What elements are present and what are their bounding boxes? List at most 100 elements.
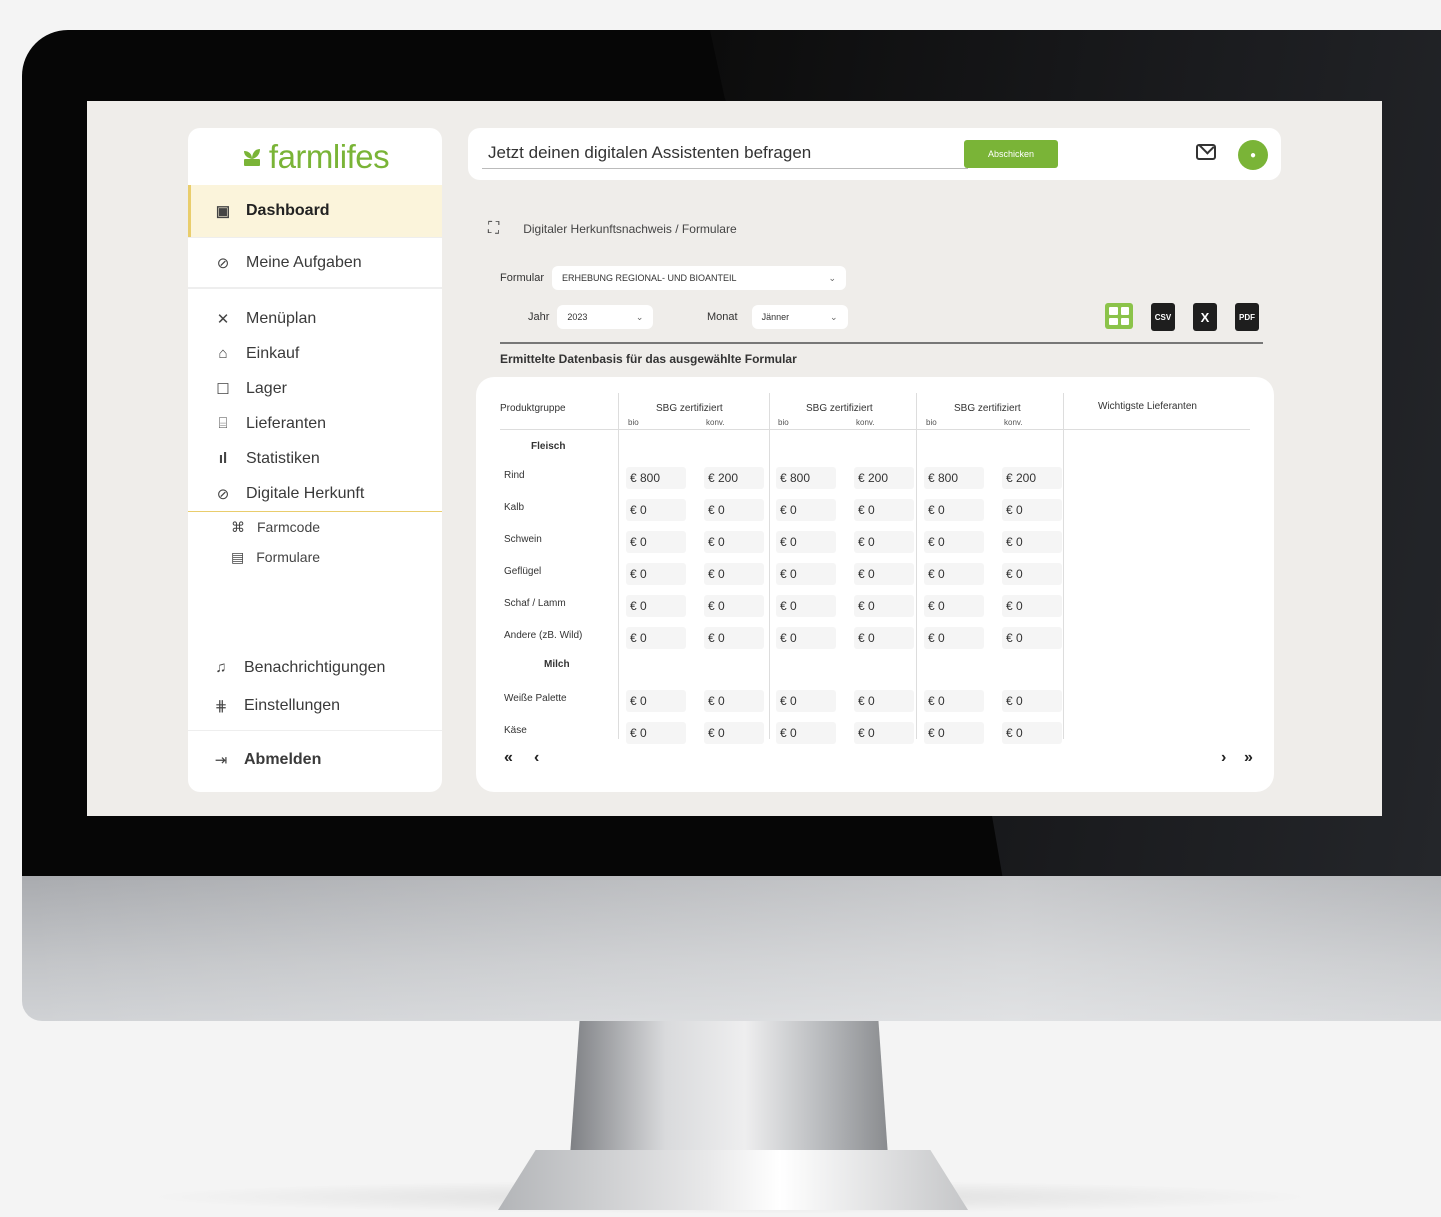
sidebar-item-benachrichtigungen[interactable]: ♫ Benachrichtigungen bbox=[188, 650, 442, 685]
column-divider bbox=[1063, 393, 1064, 739]
document-icon: ▤ bbox=[231, 548, 245, 565]
table-cell-value[interactable]: € 0 bbox=[626, 627, 686, 649]
sidebar-subitem-farmcode[interactable]: ⌘ Farmcode bbox=[188, 512, 442, 542]
sidebar-item-statistiken[interactable]: ıl Statistiken bbox=[188, 441, 442, 476]
sidebar-item-einkauf[interactable]: ⌂ Einkauf bbox=[188, 336, 442, 371]
expand-icon[interactable]: ⛶ bbox=[488, 220, 499, 238]
monat-select[interactable]: Jänner ⌄ bbox=[751, 305, 848, 329]
sidebar-item-lager[interactable]: ☐ Lager bbox=[188, 371, 442, 406]
sidebar-item-meine-aufgaben[interactable]: ⊘ Meine Aufgaben bbox=[188, 237, 442, 289]
table-cell-value[interactable]: € 0 bbox=[704, 499, 764, 521]
table-cell-value[interactable]: € 0 bbox=[704, 690, 764, 712]
monitor-scene: farmlifes ▣ Dashboard ⊘ Meine Aufgaben ✕… bbox=[0, 0, 1441, 1217]
table-cell-value[interactable]: € 200 bbox=[704, 467, 764, 489]
row-label: Rind bbox=[504, 470, 525, 481]
table-cell-value[interactable]: € 0 bbox=[776, 690, 836, 712]
assistant-input[interactable]: Jetzt deinen digitalen Assistenten befra… bbox=[488, 143, 811, 163]
sidebar-item-lieferanten[interactable]: ⌸ Lieferanten bbox=[188, 406, 442, 441]
table-cell-value[interactable]: € 0 bbox=[776, 595, 836, 617]
table-cell-value[interactable]: € 0 bbox=[924, 722, 984, 744]
table-cell-value[interactable]: € 0 bbox=[704, 531, 764, 553]
table-cell-value[interactable]: € 800 bbox=[776, 467, 836, 489]
table-cell-value[interactable]: € 0 bbox=[1002, 595, 1062, 617]
table-cell-value[interactable]: € 200 bbox=[854, 467, 914, 489]
table-cell-value[interactable]: € 0 bbox=[854, 563, 914, 585]
table-cell-value[interactable]: € 0 bbox=[924, 690, 984, 712]
row-label: Schaf / Lamm bbox=[504, 598, 566, 609]
table-cell-value[interactable]: € 0 bbox=[1002, 722, 1062, 744]
row-label: Weiße Palette bbox=[504, 693, 567, 704]
table-cell-value[interactable]: € 0 bbox=[924, 531, 984, 553]
monat-filter: Monat Jänner ⌄ bbox=[707, 305, 848, 329]
table-cell-value[interactable]: € 0 bbox=[1002, 627, 1062, 649]
bar-chart-icon: ıl bbox=[218, 450, 228, 467]
subheader-bio: bio bbox=[926, 418, 937, 427]
table-cell-value[interactable]: € 0 bbox=[1002, 563, 1062, 585]
jahr-select[interactable]: 2023 ⌄ bbox=[557, 305, 654, 329]
table-cell-value[interactable]: € 0 bbox=[626, 690, 686, 712]
table-cell-value[interactable]: € 0 bbox=[704, 595, 764, 617]
next-page-button[interactable]: › bbox=[1221, 749, 1226, 767]
data-table: Produktgruppe SBG zertifiziert bio konv.… bbox=[476, 377, 1274, 792]
row-label: Käse bbox=[504, 725, 527, 736]
table-cell-value[interactable]: € 0 bbox=[704, 722, 764, 744]
chin-reflection bbox=[22, 876, 1441, 1021]
table-cell-value[interactable]: € 0 bbox=[854, 627, 914, 649]
table-cell-value[interactable]: € 0 bbox=[776, 722, 836, 744]
table-cell-value[interactable]: € 0 bbox=[626, 531, 686, 553]
table-cell-value[interactable]: € 800 bbox=[626, 467, 686, 489]
table-cell-value[interactable]: € 0 bbox=[704, 627, 764, 649]
sidebar-item-einstellungen[interactable]: ⋕ Einstellungen bbox=[188, 688, 442, 723]
sidebar-item-label: Digitale Herkunft bbox=[246, 484, 365, 502]
table-cell-value[interactable]: € 0 bbox=[924, 595, 984, 617]
table-cell-value[interactable]: € 800 bbox=[924, 467, 984, 489]
table-cell-value[interactable]: € 0 bbox=[776, 563, 836, 585]
table-cell-value[interactable]: € 0 bbox=[776, 499, 836, 521]
chevron-down-icon: ⌄ bbox=[828, 272, 837, 283]
sidebar-item-digitale-herkunft[interactable]: ⊘ Digitale Herkunft bbox=[188, 476, 442, 511]
check-circle-icon: ⊘ bbox=[216, 254, 230, 272]
mail-icon[interactable] bbox=[1196, 144, 1216, 160]
table-cell-value[interactable]: € 0 bbox=[924, 563, 984, 585]
table-cell-value[interactable]: € 200 bbox=[1002, 467, 1062, 489]
table-view-icon[interactable] bbox=[1105, 303, 1133, 329]
avatar[interactable]: ● bbox=[1238, 140, 1268, 170]
excel-export-icon[interactable]: X bbox=[1193, 303, 1217, 331]
jahr-label: Jahr bbox=[528, 311, 550, 323]
monat-label: Monat bbox=[707, 311, 738, 323]
send-button[interactable]: Abschicken bbox=[964, 140, 1058, 168]
table-cell-value[interactable]: € 0 bbox=[854, 531, 914, 553]
table-cell-value[interactable]: € 0 bbox=[854, 722, 914, 744]
formular-select[interactable]: ERHEBUNG REGIONAL- UND BIOANTEIL ⌄ bbox=[552, 266, 847, 290]
basket-icon: ⌂ bbox=[218, 345, 228, 362]
table-cell-value[interactable]: € 0 bbox=[776, 627, 836, 649]
pdf-export-icon[interactable]: PDF bbox=[1235, 303, 1259, 331]
table-cell-value[interactable]: € 0 bbox=[626, 595, 686, 617]
table-cell-value[interactable]: € 0 bbox=[854, 499, 914, 521]
sidebar-item-label: Einstellungen bbox=[244, 696, 341, 714]
table-cell-value[interactable]: € 0 bbox=[854, 690, 914, 712]
last-page-button[interactable]: » bbox=[1244, 749, 1253, 767]
table-cell-value[interactable]: € 0 bbox=[626, 499, 686, 521]
row-label: Andere (zB. Wild) bbox=[504, 630, 583, 641]
table-cell-value[interactable]: € 0 bbox=[626, 563, 686, 585]
table-cell-value[interactable]: € 0 bbox=[854, 595, 914, 617]
table-cell-value[interactable]: € 0 bbox=[704, 563, 764, 585]
table-cell-value[interactable]: € 0 bbox=[1002, 499, 1062, 521]
table-cell-value[interactable]: € 0 bbox=[924, 499, 984, 521]
table-cell-value[interactable]: € 0 bbox=[1002, 531, 1062, 553]
table-cell-value[interactable]: € 0 bbox=[1002, 690, 1062, 712]
logout-button[interactable]: ⇥ Abmelden bbox=[188, 742, 347, 777]
sidebar-item-menueplan[interactable]: ✕ Menüplan bbox=[188, 301, 442, 336]
brand-logo[interactable]: farmlifes bbox=[188, 128, 442, 185]
table-cell-value[interactable]: € 0 bbox=[626, 722, 686, 744]
table-cell-value[interactable]: € 0 bbox=[776, 531, 836, 553]
first-page-button[interactable]: « bbox=[504, 749, 513, 767]
prev-page-button[interactable]: ‹ bbox=[534, 749, 539, 767]
sidebar: farmlifes ▣ Dashboard ⊘ Meine Aufgaben ✕… bbox=[188, 128, 442, 792]
csv-export-icon[interactable]: CSV bbox=[1151, 303, 1175, 331]
sidebar-item-dashboard[interactable]: ▣ Dashboard bbox=[188, 185, 442, 237]
sidebar-subitem-formulare[interactable]: ▤ Formulare bbox=[188, 542, 442, 572]
divider bbox=[500, 342, 1263, 344]
table-cell-value[interactable]: € 0 bbox=[924, 627, 984, 649]
